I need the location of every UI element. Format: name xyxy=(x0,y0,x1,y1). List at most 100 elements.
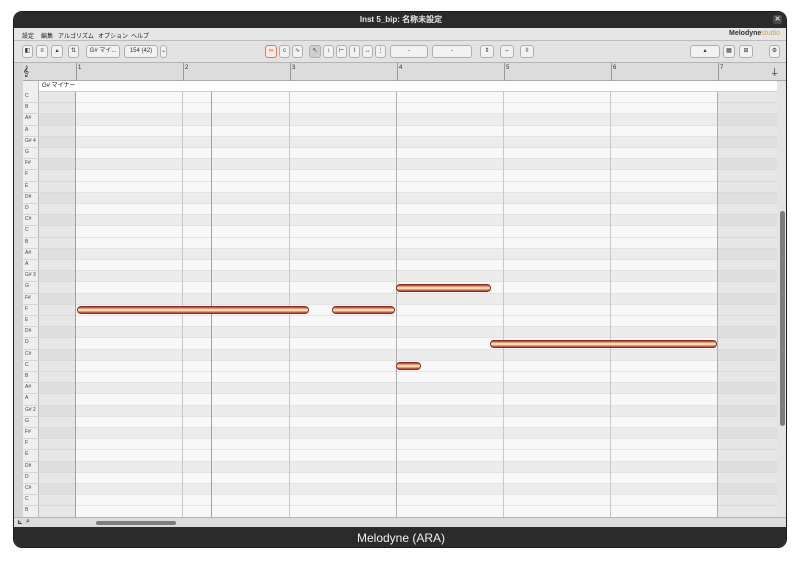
bar-number: 3 xyxy=(292,65,296,71)
pitch-key[interactable]: A xyxy=(23,126,39,137)
layout-icon[interactable]: ⊞ xyxy=(739,45,753,58)
panel-toggle-icon[interactable]: ◧ xyxy=(22,45,33,58)
formant-tool-icon[interactable]: ⊢ xyxy=(336,45,347,58)
menu-bar: 設定 編集 アルゴリズム オプション ヘルプ Melodynestudio xyxy=(14,28,786,41)
pitch-row xyxy=(39,416,777,428)
zoom-control[interactable]: ▴ xyxy=(690,45,720,58)
amp-align-icon[interactable]: ⇳ xyxy=(520,45,534,58)
note-editor[interactable]: G# マイナー xyxy=(39,81,777,517)
pitch-tool-icon[interactable]: ↕ xyxy=(323,45,334,58)
pitch-key[interactable]: D# xyxy=(23,462,39,473)
pitch-key[interactable]: B xyxy=(23,103,39,115)
pitch-key[interactable]: F xyxy=(23,170,39,182)
percussive-icon[interactable]: c xyxy=(279,45,290,58)
pitch-key[interactable]: C# xyxy=(23,215,39,227)
timeline-ruler[interactable]: 𝄞 1 2 3 4 5 6 7 ⍊ xyxy=(14,63,786,81)
pitch-ruler[interactable]: C B A# A G# 4 G F# F E D# D C# C B A# A G# 3 G F# F E D# D C# C B… xyxy=(23,81,39,529)
main-tool-icon[interactable]: ↖ xyxy=(309,45,321,58)
pitch-key[interactable]: D# xyxy=(23,327,39,339)
pitch-row xyxy=(39,450,777,462)
amplitude-tool-icon[interactable]: I xyxy=(349,45,360,58)
note-blob[interactable] xyxy=(396,284,491,292)
pitch-key[interactable]: G# 2 xyxy=(23,406,39,417)
param-field-2[interactable]: - xyxy=(432,45,472,58)
menu-options[interactable]: オプション xyxy=(98,31,128,40)
pitch-key[interactable]: D xyxy=(23,204,39,216)
note-blob[interactable] xyxy=(77,306,309,314)
pitch-row xyxy=(39,148,777,160)
link-icon[interactable]: ∞ xyxy=(265,45,277,58)
pitch-key[interactable]: E xyxy=(23,450,39,462)
pitch-key[interactable]: A# xyxy=(23,249,39,260)
close-icon[interactable]: ✕ xyxy=(773,15,782,24)
pitch-key[interactable]: E xyxy=(23,182,39,193)
pitch-align-icon[interactable]: ⇕ xyxy=(480,45,494,58)
tuning-icon[interactable]: ⇅ xyxy=(68,45,79,58)
pitch-key[interactable]: G# 3 xyxy=(23,271,39,283)
pitch-key[interactable]: C# xyxy=(23,484,39,496)
pitch-row xyxy=(39,125,777,137)
scale-selector[interactable]: G# マイ... xyxy=(86,45,120,58)
tempo-dropdown-icon[interactable]: ⌄ xyxy=(160,45,167,58)
playhead-icon[interactable]: ⍊ xyxy=(772,66,777,77)
pitch-key[interactable]: C xyxy=(23,92,39,104)
pitch-key[interactable]: G xyxy=(23,417,39,428)
time-align-icon[interactable]: ⇔ xyxy=(500,45,514,58)
plugin-status: Melodyne (ARA) xyxy=(14,527,786,547)
pitch-key[interactable]: F xyxy=(23,305,39,316)
pitch-key[interactable]: C xyxy=(23,495,39,507)
vertical-scrollbar[interactable] xyxy=(777,81,786,517)
zoom-icon[interactable]: ⌕ xyxy=(26,518,30,526)
pitch-key[interactable]: A xyxy=(23,260,39,272)
pitch-key[interactable]: C xyxy=(23,361,39,372)
pitch-key[interactable]: C xyxy=(23,226,39,238)
pitch-key[interactable]: E xyxy=(23,316,39,328)
pitch-row xyxy=(39,439,777,451)
pitch-key[interactable]: D xyxy=(23,338,39,350)
view-icon[interactable]: ▦ xyxy=(723,45,735,58)
pitch-key[interactable]: F# xyxy=(23,428,39,440)
pitch-key[interactable]: F# xyxy=(23,294,39,305)
pitch-row xyxy=(39,327,777,339)
menu-edit[interactable]: 編集 xyxy=(41,31,53,40)
pitch-key[interactable]: D# xyxy=(23,193,39,204)
pitch-key[interactable]: D xyxy=(23,473,39,484)
menu-settings[interactable]: 設定 xyxy=(22,31,34,40)
pitch-key[interactable]: G xyxy=(23,282,39,294)
note-blob[interactable] xyxy=(396,362,421,370)
pitch-key[interactable]: B xyxy=(23,506,39,518)
horizontal-scroll-thumb[interactable] xyxy=(96,521,176,525)
pitch-row xyxy=(39,495,777,507)
pitch-key[interactable]: G# 4 xyxy=(23,137,39,148)
pitch-key[interactable]: A xyxy=(23,394,39,406)
pitch-key[interactable]: B xyxy=(23,372,39,384)
pitch-key[interactable]: C# xyxy=(23,350,39,361)
pitch-key[interactable]: A# xyxy=(23,383,39,395)
pitch-key[interactable]: A# xyxy=(23,114,39,126)
param-field-1[interactable]: - xyxy=(390,45,428,58)
pitch-key[interactable]: F# xyxy=(23,159,39,171)
pitch-row xyxy=(39,159,777,171)
waveform-icon[interactable]: ▴ xyxy=(51,45,63,58)
toolbar: ◧ ≡ ▴ ⇅ G# マイ... 154 (42) ⌄ ∞ c ∿ ↖ ↕ ⊢ … xyxy=(14,41,786,63)
vertical-scroll-thumb[interactable] xyxy=(780,211,785,426)
menu-help[interactable]: ヘルプ xyxy=(131,31,149,40)
timing-tool-icon[interactable]: ↔ xyxy=(362,45,373,58)
menu-algorithm[interactable]: アルゴリズム xyxy=(58,31,94,40)
tool-icon[interactable]: ⊾ xyxy=(17,518,23,526)
bar-number: 2 xyxy=(185,65,189,71)
tempo-field[interactable]: 154 (42) xyxy=(124,45,158,58)
pitch-curve-icon[interactable]: ∿ xyxy=(292,45,303,58)
title-bar: Inst 5_bip: 名称未設定 ✕ xyxy=(14,12,786,28)
mixer-icon[interactable]: ≡ xyxy=(36,45,48,58)
separation-tool-icon[interactable]: ⋮ xyxy=(375,45,386,58)
pitch-row xyxy=(39,260,777,272)
note-blob[interactable] xyxy=(490,340,717,348)
pitch-key[interactable]: F xyxy=(23,439,39,451)
pitch-key[interactable]: G xyxy=(23,148,39,160)
pitch-key[interactable]: B xyxy=(23,238,39,249)
melodyne-window: Inst 5_bip: 名称未設定 ✕ 設定 編集 アルゴリズム オプション ヘ… xyxy=(13,11,787,548)
note-blob[interactable] xyxy=(332,306,395,314)
pitch-row xyxy=(39,293,777,305)
gear-icon[interactable]: ⚙ xyxy=(769,45,780,58)
